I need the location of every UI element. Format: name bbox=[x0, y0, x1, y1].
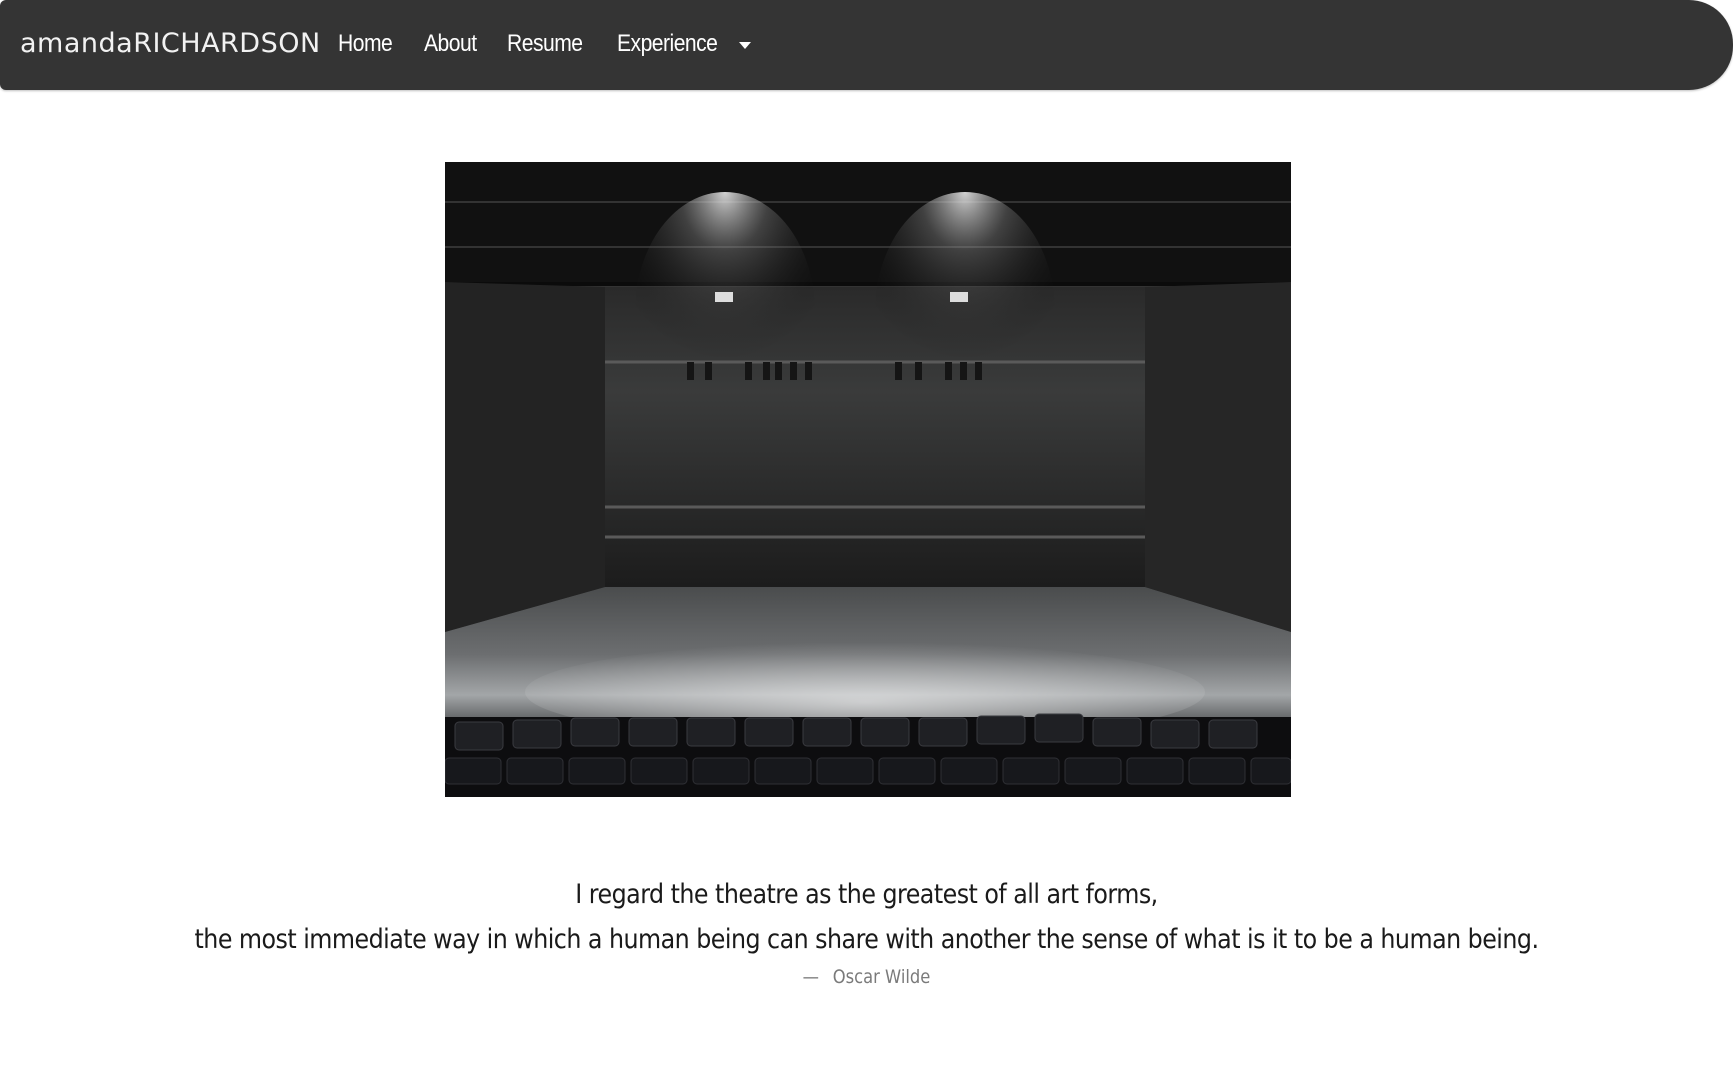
nav-links: Home About Resume Experience bbox=[338, 29, 752, 59]
nav-home-link[interactable]: Home bbox=[338, 29, 393, 59]
quote-line-1: I regard the theatre as the greatest of … bbox=[575, 879, 1158, 910]
citation-author: Oscar Wilde bbox=[832, 966, 931, 988]
nav-experience-dropdown[interactable]: Experience bbox=[617, 29, 752, 59]
quote-citation: — Oscar Wilde bbox=[121, 966, 1611, 988]
nav-resume-link[interactable]: Resume bbox=[507, 29, 583, 59]
hero-theatre-image bbox=[445, 162, 1291, 797]
quote-block: I regard the theatre as the greatest of … bbox=[0, 872, 1733, 988]
caret-down-icon[interactable] bbox=[739, 41, 752, 49]
top-navbar: amandaRICHARDSON Home About Resume Exper… bbox=[0, 0, 1733, 90]
quote-line-2: the most immediate way in which a human … bbox=[194, 924, 1539, 955]
nav-experience-label[interactable]: Experience bbox=[617, 29, 718, 59]
citation-dash: — bbox=[802, 966, 819, 988]
nav-about-link[interactable]: About bbox=[424, 29, 477, 59]
brand-logo-link[interactable]: amandaRICHARDSON bbox=[20, 28, 321, 60]
